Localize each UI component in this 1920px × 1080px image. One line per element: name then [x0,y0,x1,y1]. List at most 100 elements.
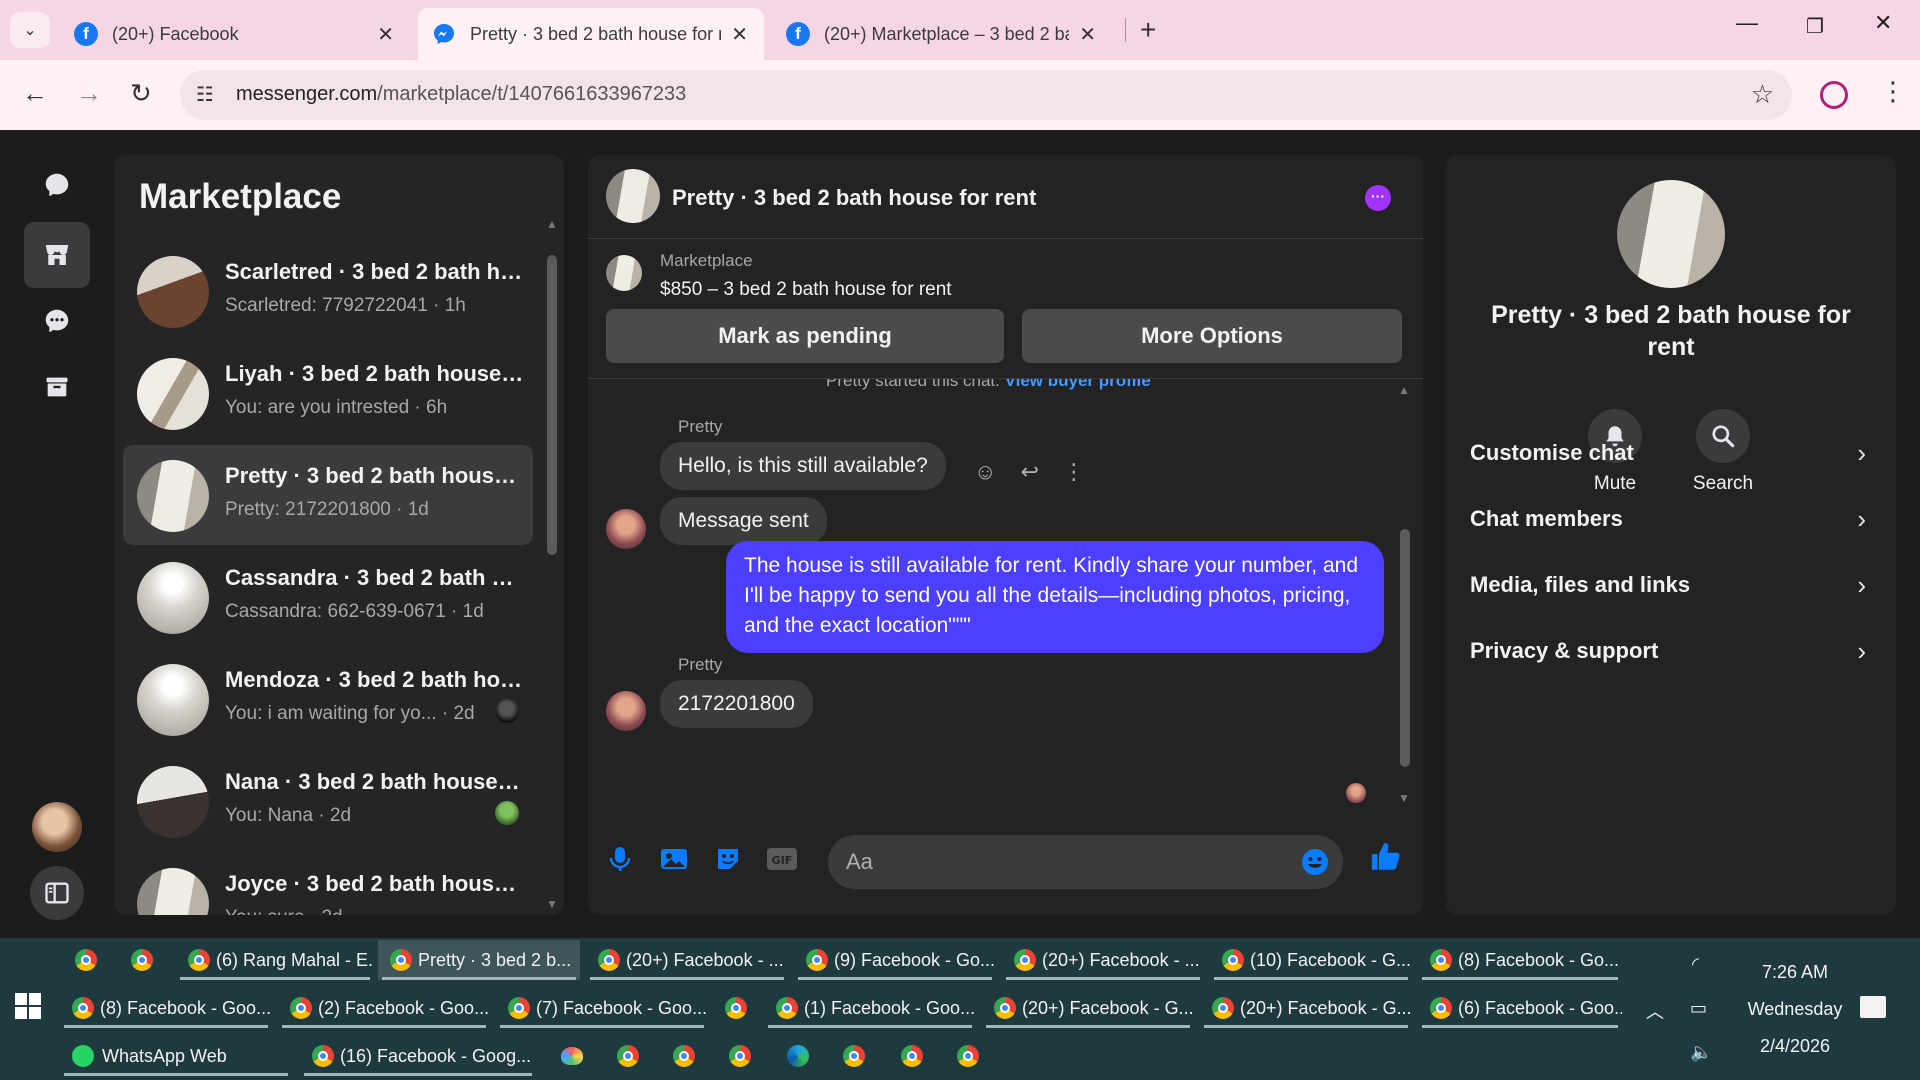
chrome-pinned-icon[interactable] [892,1036,932,1076]
user-avatar[interactable] [32,802,82,852]
mark-as-pending-button[interactable]: Mark as pending [606,309,1004,363]
chrome-pinned-icon[interactable] [834,1036,874,1076]
taskbar-window-active[interactable]: Pretty · 3 bed 2 b... [378,940,580,980]
chat-list-item-selected[interactable]: Pretty · 3 bed 2 bath house for rent Pre… [123,445,533,545]
taskbar-window[interactable]: (1) Facebook - Goo... [764,988,976,1028]
close-icon[interactable]: ✕ [731,22,748,47]
chat-list-item[interactable]: Cassandra · 3 bed 2 bath house for rent … [123,547,533,647]
chrome-pinned-icon[interactable] [664,1036,704,1076]
media-files-links-row[interactable]: Media, files and links › [1466,557,1876,613]
taskbar-window[interactable]: (2) Facebook - Goo... [278,988,490,1028]
incoming-message[interactable]: Hello, is this still available? [660,442,946,490]
chrome-pinned-icon[interactable] [66,940,106,980]
rail-requests-button[interactable] [24,288,90,354]
address-bar[interactable]: ☷ messenger.com/marketplace/t/1407661633… [180,70,1792,120]
emoji-icon[interactable] [1301,848,1329,876]
chrome-pinned-icon[interactable] [716,988,756,1028]
listing-price[interactable]: $850 – 3 bed 2 bath house for rent [660,279,952,301]
privacy-support-row[interactable]: Privacy & support › [1466,623,1876,679]
battery-icon[interactable]: ▭ [1690,998,1707,1019]
paint-icon[interactable] [552,1036,592,1076]
back-icon[interactable]: ← [22,78,48,109]
notifications-icon[interactable] [1860,996,1886,1018]
chat-list-item[interactable]: Liyah · 3 bed 2 bath house for rent You:… [123,343,533,443]
restore-icon[interactable]: ❐ [1806,14,1824,39]
chrome-pinned-icon[interactable] [948,1036,988,1076]
tab-search-button[interactable]: ⌄ [10,12,50,48]
rail-archive-button[interactable] [24,354,90,420]
scroll-down-arrow[interactable]: ▼ [546,897,558,911]
scroll-up-arrow[interactable]: ▲ [546,217,558,231]
taskbar-day[interactable]: Wednesday [1740,999,1850,1020]
taskbar-window[interactable]: (7) Facebook - Goo... [496,988,708,1028]
taskbar-window[interactable]: (9) Facebook - Go... [794,940,996,980]
browser-menu-icon[interactable]: ⋮ [1880,76,1906,107]
forward-icon[interactable]: → [76,78,102,109]
taskbar-window[interactable]: (8) Facebook - Go... [1418,940,1622,980]
more-options-button[interactable]: More Options [1022,309,1402,363]
incoming-message[interactable]: Message sent [660,497,827,545]
window-close-icon[interactable]: ✕ [1874,10,1892,36]
scroll-up-arrow[interactable]: ▲ [1398,383,1410,397]
like-thumbs-up-icon[interactable] [1368,839,1404,875]
rail-chats-button[interactable] [24,152,90,218]
message-input[interactable] [846,847,1286,877]
chevron-up-icon[interactable]: ︿ [1646,998,1664,1024]
chat-members-row[interactable]: Chat members › [1466,491,1876,547]
chrome-pinned-icon[interactable] [608,1036,648,1076]
taskbar-window[interactable]: (20+) Facebook - G... [982,988,1194,1028]
site-settings-icon[interactable]: ☷ [196,82,214,107]
taskbar-window[interactable]: (20+) Facebook - ... [1002,940,1204,980]
taskbar-window[interactable]: (6) Facebook - Goo... [1418,988,1622,1028]
taskbar-time[interactable]: 7:26 AM [1740,962,1850,983]
taskbar-date[interactable]: 2/4/2026 [1740,1036,1850,1057]
outgoing-message[interactable]: The house is still available for rent. K… [726,541,1384,653]
message-input-box[interactable] [828,835,1343,889]
minimize-icon[interactable]: — [1736,10,1758,36]
toggle-sidebar-button[interactable] [30,866,84,920]
customise-chat-row[interactable]: Customise chat › [1466,425,1876,481]
conversation-title[interactable]: Pretty · 3 bed 2 bath house for rent [672,185,1036,211]
chat-list-item[interactable]: Nana · 3 bed 2 bath house for rent You: … [123,751,533,851]
edge-icon[interactable] [778,1036,818,1076]
profile-icon[interactable] [1820,81,1848,109]
wifi-icon[interactable]: ◜ [1692,954,1699,975]
message-scrollbar[interactable] [1400,529,1410,767]
reload-icon[interactable]: ↻ [130,78,152,109]
gif-icon[interactable]: GIF [766,843,798,875]
conversation-avatar[interactable] [606,169,660,223]
taskbar-window[interactable]: (6) Rang Mahal - E... [176,940,374,980]
close-icon[interactable]: ✕ [377,22,394,47]
sticker-icon[interactable] [712,843,744,875]
browser-tab-messenger[interactable]: Pretty · 3 bed 2 bath house for rent ✕ [418,8,764,60]
photo-icon[interactable] [658,843,690,875]
scroll-down-arrow[interactable]: ▼ [1398,791,1410,805]
speaker-icon[interactable]: 🔈 [1690,1042,1712,1063]
taskbar-window[interactable]: (20+) Facebook - G... [1200,988,1412,1028]
taskbar-window[interactable]: (16) Facebook - Goog... [300,1036,536,1076]
chat-list-item[interactable]: Mendoza · 3 bed 2 bath house for rent Yo… [123,649,533,749]
rail-marketplace-button[interactable] [24,222,90,288]
windows-start-icon[interactable] [14,992,42,1020]
chrome-pinned-icon[interactable] [720,1036,760,1076]
incoming-message[interactable]: 2172201800 [660,680,813,728]
sender-avatar[interactable] [606,691,646,731]
taskbar-window-whatsapp[interactable]: WhatsApp Web [60,1036,292,1076]
new-tab-button[interactable]: + [1140,14,1156,46]
taskbar-window[interactable]: (10) Facebook - G... [1210,940,1412,980]
chat-list-scrollbar[interactable] [547,255,557,555]
view-buyer-profile-link[interactable]: View buyer profile [1005,379,1151,390]
chat-list-item[interactable]: Joyce · 3 bed 2 bath house for rent You:… [123,853,533,915]
react-emoji-icon[interactable]: ☺ [974,459,996,485]
close-icon[interactable]: ✕ [1079,22,1096,47]
taskbar-window[interactable]: (20+) Facebook - ... [586,940,788,980]
taskbar-window[interactable]: (8) Facebook - Goo... [60,988,272,1028]
listing-thumbnail[interactable] [606,255,642,291]
more-icon[interactable]: ⋮ [1063,459,1085,485]
microphone-icon[interactable] [604,843,636,875]
bookmark-star-icon[interactable]: ☆ [1751,79,1774,110]
reply-icon[interactable]: ↩ [1020,459,1038,485]
more-options-icon[interactable]: ··· [1365,185,1391,211]
chrome-pinned-icon[interactable] [122,940,162,980]
sender-avatar[interactable] [606,509,646,549]
